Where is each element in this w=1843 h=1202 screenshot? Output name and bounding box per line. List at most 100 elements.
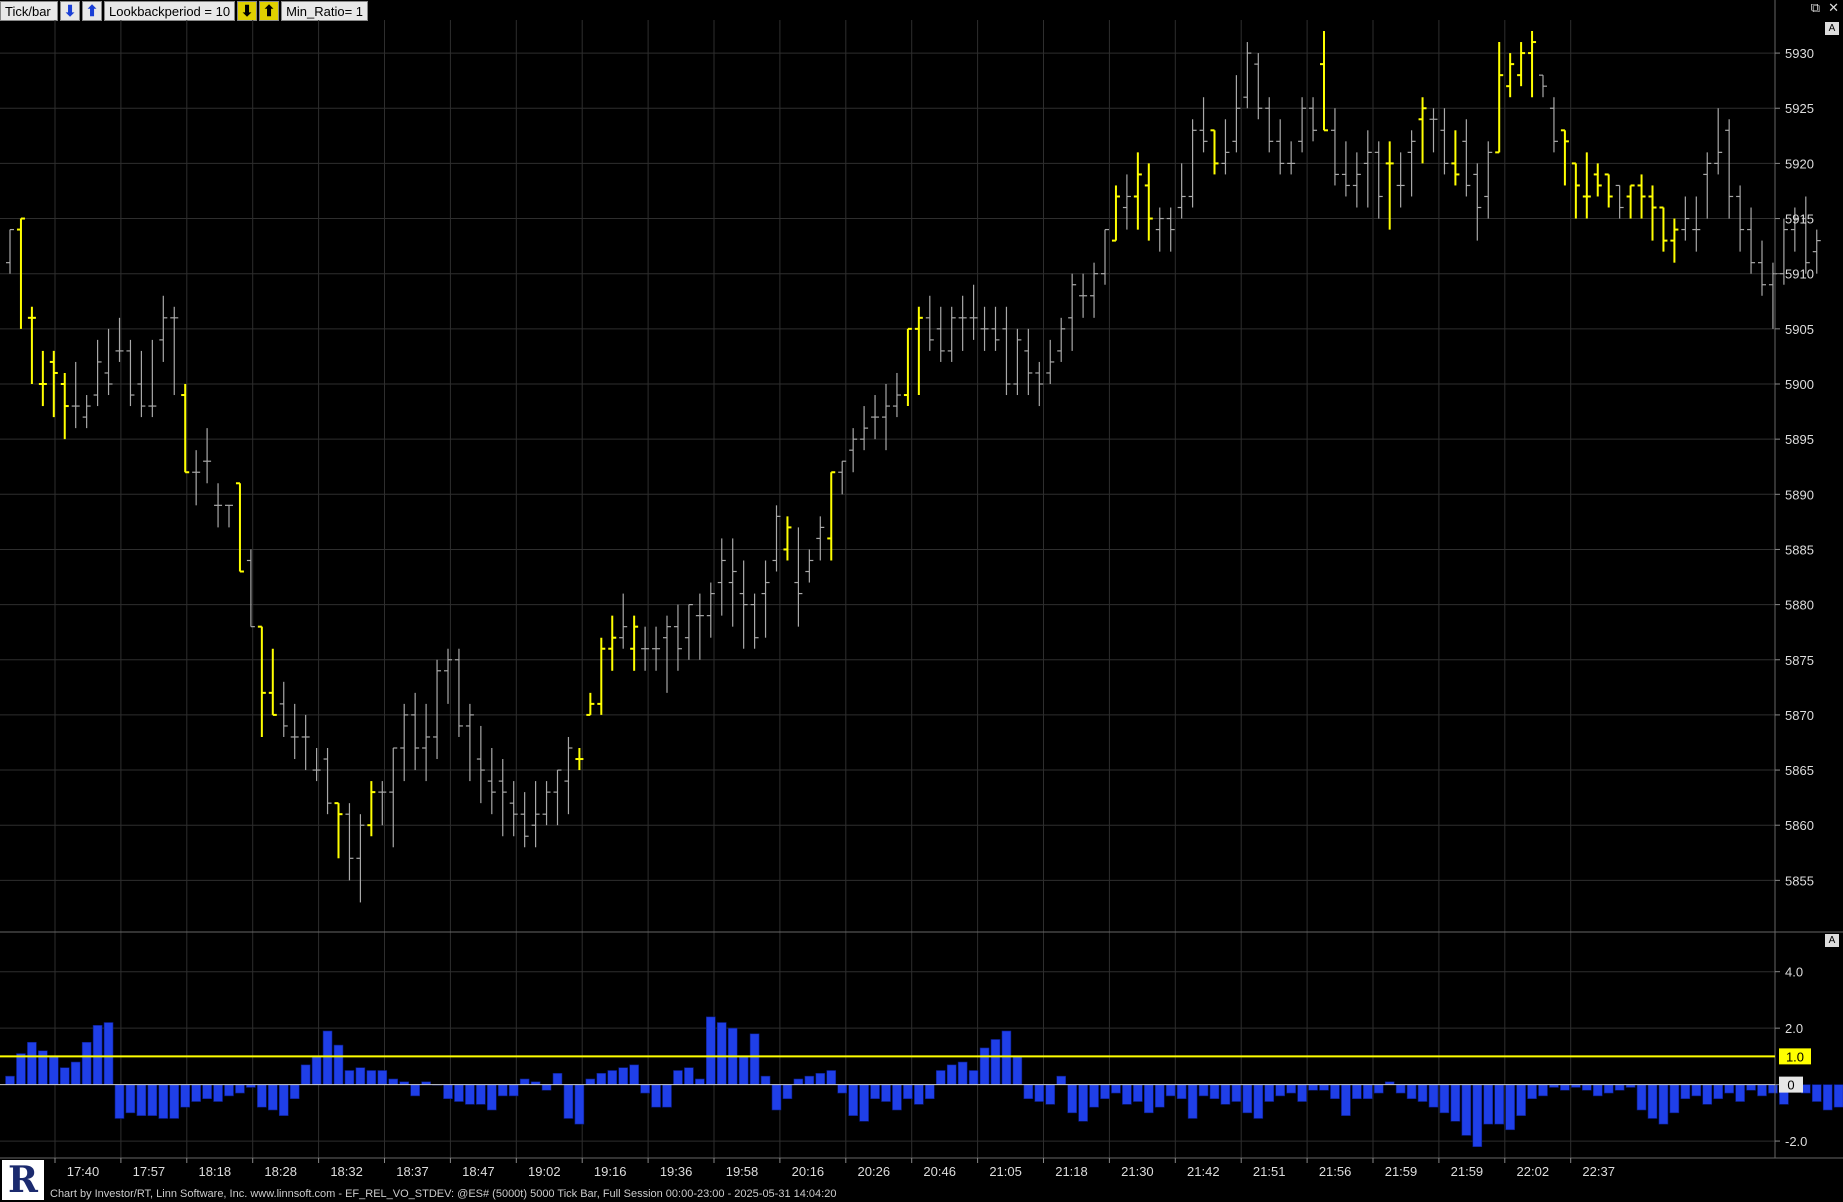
histogram-bar xyxy=(881,1084,891,1102)
histogram-bar xyxy=(1154,1084,1165,1108)
histogram-bar xyxy=(968,1070,979,1085)
histogram-bar xyxy=(59,1067,70,1085)
histogram-bar xyxy=(1363,1084,1373,1100)
linn-software-logo: R xyxy=(2,1160,44,1200)
histogram-bar xyxy=(1658,1084,1669,1125)
histogram-bar xyxy=(738,1056,749,1085)
histogram-bar xyxy=(1034,1084,1045,1102)
histogram-bar xyxy=(706,1016,716,1085)
chart-footer: Chart by Investor/RT, Linn Software, Inc… xyxy=(50,1188,837,1200)
histogram-bar xyxy=(782,1084,793,1100)
histogram-bar xyxy=(859,1084,869,1122)
histogram-bar xyxy=(333,1044,344,1085)
histogram-bar xyxy=(377,1070,388,1085)
histogram-bar xyxy=(202,1084,212,1100)
histogram-bar xyxy=(1669,1084,1680,1114)
histogram-bar xyxy=(1089,1084,1099,1108)
axes: 5855 5860 5865 5870 5875 5880 5885 5890 5895 5900… xyxy=(0,0,1843,1179)
time-tick-label: 19:02 xyxy=(528,1164,561,1179)
histogram-bar xyxy=(1461,1084,1472,1136)
price-tick-label: 5855 xyxy=(1785,873,1814,888)
histogram-bar xyxy=(465,1084,475,1105)
histogram-bar xyxy=(158,1084,169,1119)
time-tick-label: 18:32 xyxy=(330,1164,363,1179)
histogram-bar xyxy=(1242,1084,1253,1114)
histogram-bar xyxy=(508,1084,519,1097)
histogram-bar xyxy=(1472,1084,1483,1148)
indicator-histogram xyxy=(5,1016,1843,1148)
histogram-bar xyxy=(585,1078,596,1085)
histogram-bar xyxy=(49,1056,59,1085)
histogram-bar xyxy=(607,1070,618,1085)
histogram-bar xyxy=(5,1075,15,1085)
histogram-bar xyxy=(476,1084,486,1105)
price-tick-label: 5900 xyxy=(1785,377,1814,392)
histogram-bar xyxy=(1833,1084,1843,1108)
indicator-tick-label: -2.0 xyxy=(1785,1134,1807,1149)
histogram-bar xyxy=(388,1078,399,1085)
histogram-bar xyxy=(815,1073,826,1085)
histogram-bar xyxy=(1822,1084,1833,1111)
histogram-bar xyxy=(125,1084,136,1114)
histogram-bar xyxy=(1702,1084,1713,1105)
histogram-bar xyxy=(946,1064,957,1085)
histogram-bar xyxy=(1746,1084,1756,1091)
time-tick-label: 22:37 xyxy=(1582,1164,1615,1179)
histogram-bar xyxy=(1406,1084,1417,1100)
histogram-bar xyxy=(1220,1084,1231,1105)
histogram-bar xyxy=(1187,1084,1198,1119)
histogram-bar xyxy=(793,1078,804,1085)
histogram-bar xyxy=(235,1084,245,1094)
histogram-bar xyxy=(1757,1084,1767,1097)
histogram-bar xyxy=(136,1084,147,1116)
time-tick-label: 18:18 xyxy=(199,1164,232,1179)
histogram-bar xyxy=(443,1084,453,1100)
histogram-bar xyxy=(914,1084,924,1105)
grid xyxy=(0,20,1775,1158)
time-tick-label: 20:16 xyxy=(792,1164,825,1179)
time-tick-label: 21:30 xyxy=(1121,1164,1154,1179)
indicator-tick-label: 4.0 xyxy=(1785,965,1803,980)
price-tick-label: 5870 xyxy=(1785,708,1814,723)
indicator-tick-label: 2.0 xyxy=(1785,1021,1803,1036)
histogram-bar xyxy=(1133,1084,1143,1102)
histogram-bar xyxy=(1319,1084,1329,1091)
time-tick-label: 21:56 xyxy=(1319,1164,1352,1179)
histogram-bar xyxy=(695,1078,705,1085)
histogram-bar xyxy=(1253,1084,1264,1119)
time-tick-label: 19:36 xyxy=(660,1164,693,1179)
histogram-bar xyxy=(213,1084,223,1102)
histogram-bar xyxy=(826,1070,837,1085)
price-tick-label: 5865 xyxy=(1785,763,1814,778)
zero-value-label: 0 xyxy=(1787,1078,1794,1093)
histogram-bar xyxy=(640,1084,650,1094)
histogram-bar xyxy=(1417,1084,1428,1102)
histogram-bar xyxy=(1231,1084,1242,1102)
histogram-bar xyxy=(16,1053,26,1085)
threshold-value-label: 1.0 xyxy=(1786,1049,1804,1064)
time-tick-label: 18:37 xyxy=(396,1164,429,1179)
histogram-bar xyxy=(618,1067,628,1085)
time-tick-label: 20:46 xyxy=(923,1164,956,1179)
histogram-bar xyxy=(366,1070,377,1085)
histogram-bar xyxy=(1100,1084,1110,1100)
histogram-bar xyxy=(1341,1084,1351,1116)
histogram-bar xyxy=(1768,1084,1778,1094)
histogram-bar xyxy=(541,1084,552,1091)
histogram-bar xyxy=(1582,1084,1592,1091)
price-tick-label: 5925 xyxy=(1785,101,1814,116)
histogram-bar xyxy=(673,1070,683,1085)
histogram-bar xyxy=(552,1073,563,1085)
price-tick-label: 5885 xyxy=(1785,542,1814,557)
price-tick-label: 5920 xyxy=(1785,156,1814,171)
histogram-bar xyxy=(925,1084,935,1100)
histogram-bar xyxy=(92,1025,103,1085)
histogram-bar xyxy=(892,1084,902,1111)
histogram-bar xyxy=(311,1056,322,1085)
histogram-bar xyxy=(1067,1084,1077,1114)
histogram-bar xyxy=(81,1041,92,1085)
histogram-bar xyxy=(1264,1084,1275,1102)
histogram-bar xyxy=(760,1075,771,1085)
price-tick-label: 5880 xyxy=(1785,598,1814,613)
histogram-bar xyxy=(1483,1084,1494,1125)
